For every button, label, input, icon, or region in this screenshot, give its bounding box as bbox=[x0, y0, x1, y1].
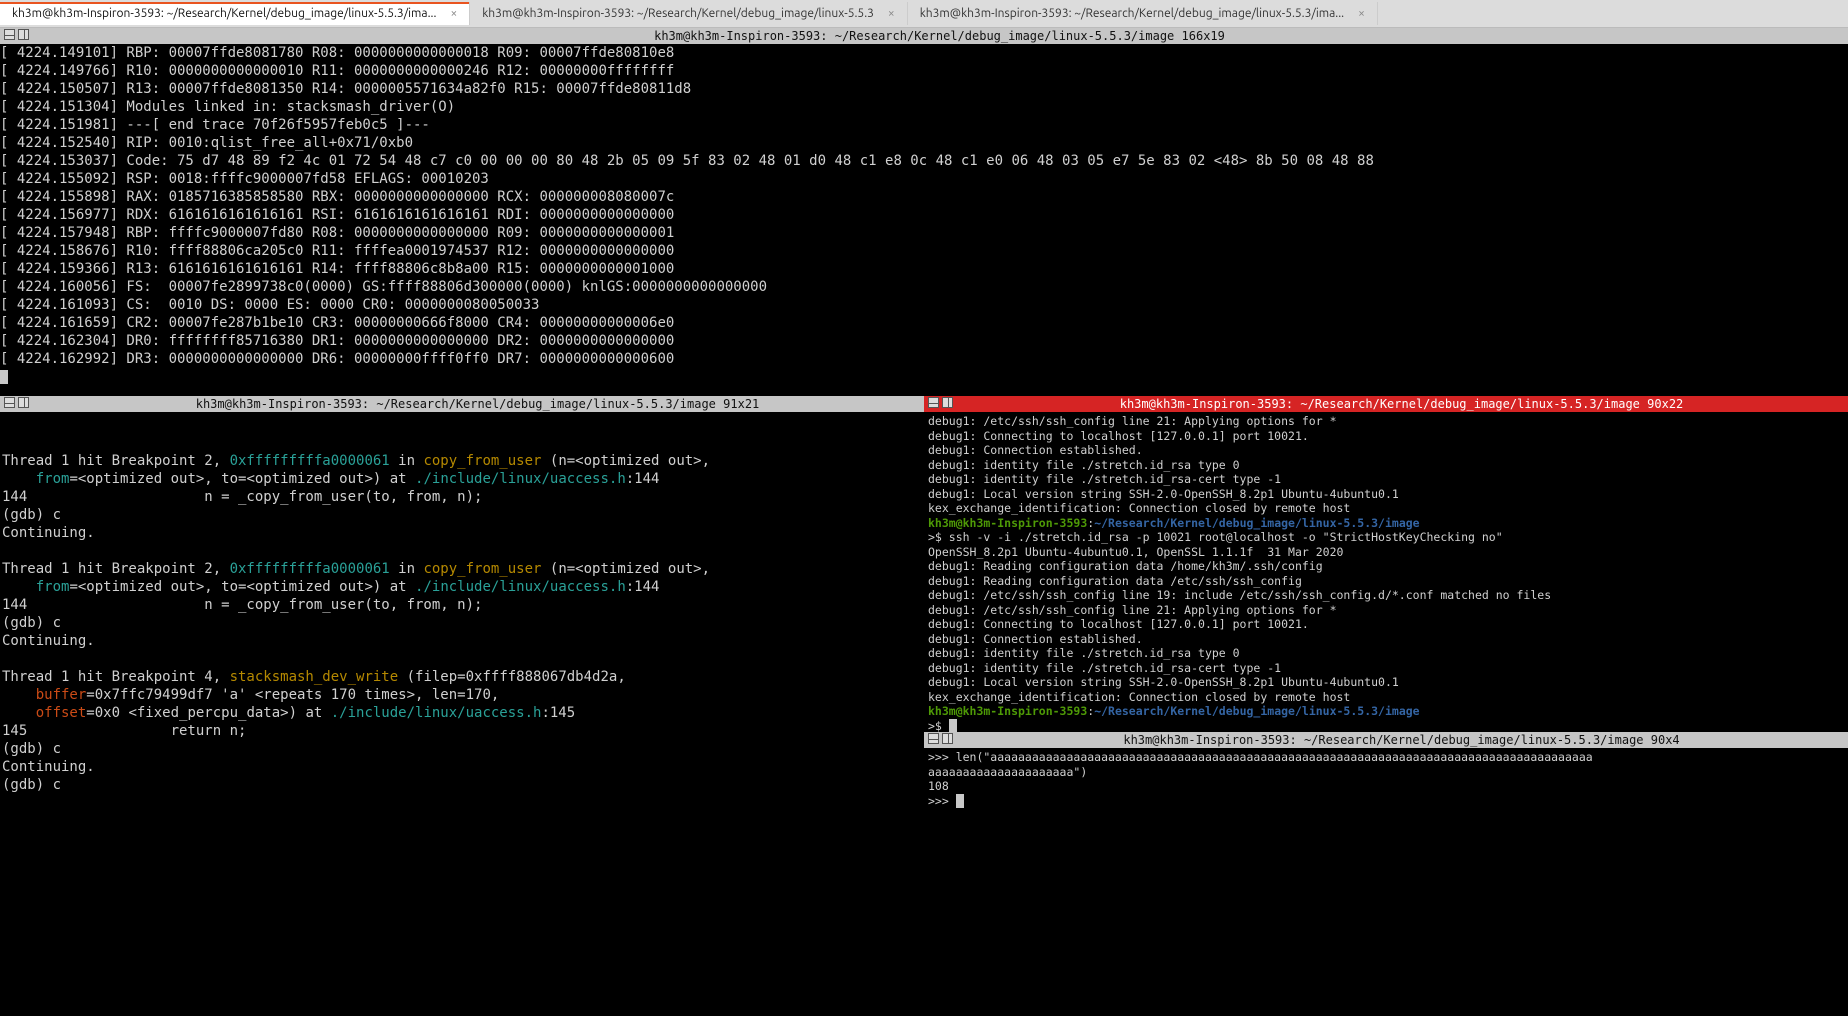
log-line: [ 4224.160056] FS: 00007fe2899738c0(0000… bbox=[0, 278, 1848, 296]
log-line: [ 4224.157948] RBP: ffffc9000007fd80 R08… bbox=[0, 224, 1848, 242]
log-line: [ 4224.158676] R10: ffff88806ca205c0 R11… bbox=[0, 242, 1848, 260]
close-icon[interactable]: × bbox=[1358, 7, 1365, 20]
ssh-line: debug1: identity file ./stretch.id_rsa-c… bbox=[928, 661, 1844, 676]
pane-status-ssh: kh3m@kh3m-Inspiron-3593: ~/Research/Kern… bbox=[924, 396, 1848, 412]
close-icon[interactable]: × bbox=[450, 7, 457, 20]
ssh-line: debug1: identity file ./stretch.id_rsa t… bbox=[928, 646, 1844, 661]
pane-title: kh3m@kh3m-Inspiron-3593: ~/Research/Kern… bbox=[1120, 397, 1640, 411]
pane-dims: 166x19 bbox=[1182, 29, 1225, 43]
python-line: >>> len("aaaaaaaaaaaaaaaaaaaaaaaaaaaaaaa… bbox=[928, 750, 1844, 765]
log-line: [ 4224.150507] R13: 00007ffde8081350 R14… bbox=[0, 80, 1848, 98]
ssh-line: kex_exchange_identification: Connection … bbox=[928, 690, 1844, 705]
ssh-line: OpenSSH_8.2p1 Ubuntu-4ubuntu0.1, OpenSSL… bbox=[928, 545, 1844, 560]
split-vertical-icon[interactable] bbox=[942, 397, 953, 408]
split-horizontal-icon[interactable] bbox=[4, 29, 15, 40]
ssh-line: debug1: Connection established. bbox=[928, 632, 1844, 647]
python-line: 108 bbox=[928, 779, 1844, 794]
ssh-line: debug1: Connecting to localhost [127.0.0… bbox=[928, 617, 1844, 632]
shell-prompt-empty[interactable]: >$ bbox=[928, 719, 1844, 733]
ssh-line: debug1: Reading configuration data /home… bbox=[928, 559, 1844, 574]
cursor bbox=[0, 370, 8, 384]
ssh-line: debug1: /etc/ssh/ssh_config line 21: App… bbox=[928, 603, 1844, 618]
kernel-log-pane[interactable]: [ 4224.149101] RBP: 00007ffde8081780 R08… bbox=[0, 44, 1848, 396]
split-horizontal-icon[interactable] bbox=[4, 397, 15, 408]
python-line: aaaaaaaaaaaaaaaaaaaaa") bbox=[928, 765, 1844, 780]
tab-label: kh3m@kh3m-Inspiron-3593: ~/Research/Kern… bbox=[482, 7, 874, 20]
ssh-line: debug1: Reading configuration data /etc/… bbox=[928, 574, 1844, 589]
split-vertical-icon[interactable] bbox=[18, 397, 29, 408]
split-vertical-icon[interactable] bbox=[942, 733, 953, 744]
terminal-tab-2[interactable]: kh3m@kh3m-Inspiron-3593: ~/Research/Kern… bbox=[470, 2, 907, 25]
ssh-line: kex_exchange_identification: Connection … bbox=[928, 501, 1844, 516]
cursor bbox=[956, 794, 964, 808]
log-line: [ 4224.159366] R13: 6161616161616161 R14… bbox=[0, 260, 1848, 278]
log-line: [ 4224.153037] Code: 75 d7 48 89 f2 4c 0… bbox=[0, 152, 1848, 170]
terminal-tab-1[interactable]: kh3m@kh3m-Inspiron-3593: ~/Research/Kern… bbox=[0, 2, 470, 25]
pane-dims: 90x22 bbox=[1647, 397, 1683, 411]
pane-status-top: kh3m@kh3m-Inspiron-3593: ~/Research/Kern… bbox=[0, 28, 1848, 44]
log-line: [ 4224.161093] CS: 0010 DS: 0000 ES: 000… bbox=[0, 296, 1848, 314]
ssh-line: debug1: Connecting to localhost [127.0.0… bbox=[928, 429, 1844, 444]
terminal-tab-3[interactable]: kh3m@kh3m-Inspiron-3593: ~/Research/Kern… bbox=[908, 2, 1378, 25]
ssh-line: debug1: /etc/ssh/ssh_config line 21: App… bbox=[928, 414, 1844, 429]
gdb-pane[interactable]: Thread 1 hit Breakpoint 2, 0xfffffffffa0… bbox=[0, 412, 924, 816]
log-line: [ 4224.149101] RBP: 00007ffde8081780 R08… bbox=[0, 44, 1848, 62]
log-line: [ 4224.156977] RDX: 6161616161616161 RSI… bbox=[0, 206, 1848, 224]
pane-dims: 90x4 bbox=[1651, 733, 1680, 747]
pane-dims: 91x21 bbox=[723, 397, 759, 411]
pane-status-gdb: kh3m@kh3m-Inspiron-3593: ~/Research/Kern… bbox=[0, 396, 924, 412]
ssh-line: debug1: identity file ./stretch.id_rsa t… bbox=[928, 458, 1844, 473]
cursor bbox=[949, 719, 957, 732]
split-horizontal-icon[interactable] bbox=[928, 733, 939, 744]
shell-prompt: kh3m@kh3m-Inspiron-3593:~/Research/Kerne… bbox=[928, 516, 1844, 531]
ssh-line: debug1: /etc/ssh/ssh_config line 19: inc… bbox=[928, 588, 1844, 603]
tab-bar: kh3m@kh3m-Inspiron-3593: ~/Research/Kern… bbox=[0, 0, 1848, 28]
shell-prompt: kh3m@kh3m-Inspiron-3593:~/Research/Kerne… bbox=[928, 704, 1844, 719]
python-pane[interactable]: >>> len("aaaaaaaaaaaaaaaaaaaaaaaaaaaaaaa… bbox=[924, 748, 1848, 816]
pane-title: kh3m@kh3m-Inspiron-3593: ~/Research/Kern… bbox=[654, 29, 1174, 43]
pane-title: kh3m@kh3m-Inspiron-3593: ~/Research/Kern… bbox=[1123, 733, 1643, 747]
close-icon[interactable]: × bbox=[888, 7, 895, 20]
pane-status-py: kh3m@kh3m-Inspiron-3593: ~/Research/Kern… bbox=[924, 732, 1848, 748]
split-horizontal-icon[interactable] bbox=[928, 397, 939, 408]
log-line: [ 4224.155898] RAX: 0185716385858580 RBX… bbox=[0, 188, 1848, 206]
python-line[interactable]: >>> bbox=[928, 794, 1844, 809]
log-line: [ 4224.162992] DR3: 0000000000000000 DR6… bbox=[0, 350, 1848, 368]
tab-label: kh3m@kh3m-Inspiron-3593: ~/Research/Kern… bbox=[920, 7, 1344, 20]
ssh-line: debug1: Connection established. bbox=[928, 443, 1844, 458]
log-line: [ 4224.155092] RSP: 0018:ffffc9000007fd5… bbox=[0, 170, 1848, 188]
tab-label: kh3m@kh3m-Inspiron-3593: ~/Research/Kern… bbox=[12, 7, 436, 20]
split-vertical-icon[interactable] bbox=[18, 29, 29, 40]
ssh-line: debug1: Local version string SSH-2.0-Ope… bbox=[928, 675, 1844, 690]
ssh-line: debug1: identity file ./stretch.id_rsa-c… bbox=[928, 472, 1844, 487]
ssh-command: >$ ssh -v -i ./stretch.id_rsa -p 10021 r… bbox=[928, 530, 1844, 545]
log-line: [ 4224.151981] ---[ end trace 70f26f5957… bbox=[0, 116, 1848, 134]
log-line: [ 4224.149766] R10: 0000000000000010 R11… bbox=[0, 62, 1848, 80]
log-line: [ 4224.161659] CR2: 00007fe287b1be10 CR3… bbox=[0, 314, 1848, 332]
log-line: [ 4224.162304] DR0: ffffffff85716380 DR1… bbox=[0, 332, 1848, 350]
ssh-pane[interactable]: debug1: /etc/ssh/ssh_config line 21: App… bbox=[924, 412, 1848, 732]
log-line: [ 4224.151304] Modules linked in: stacks… bbox=[0, 98, 1848, 116]
ssh-line: debug1: Local version string SSH-2.0-Ope… bbox=[928, 487, 1844, 502]
pane-title: kh3m@kh3m-Inspiron-3593: ~/Research/Kern… bbox=[196, 397, 716, 411]
log-line: [ 4224.152540] RIP: 0010:qlist_free_all+… bbox=[0, 134, 1848, 152]
